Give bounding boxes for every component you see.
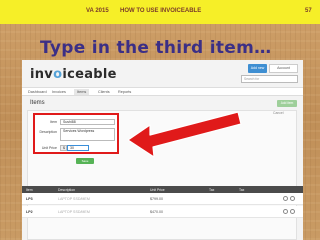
arrow-icon [127,111,242,158]
red-arrow-annotation [127,111,242,158]
